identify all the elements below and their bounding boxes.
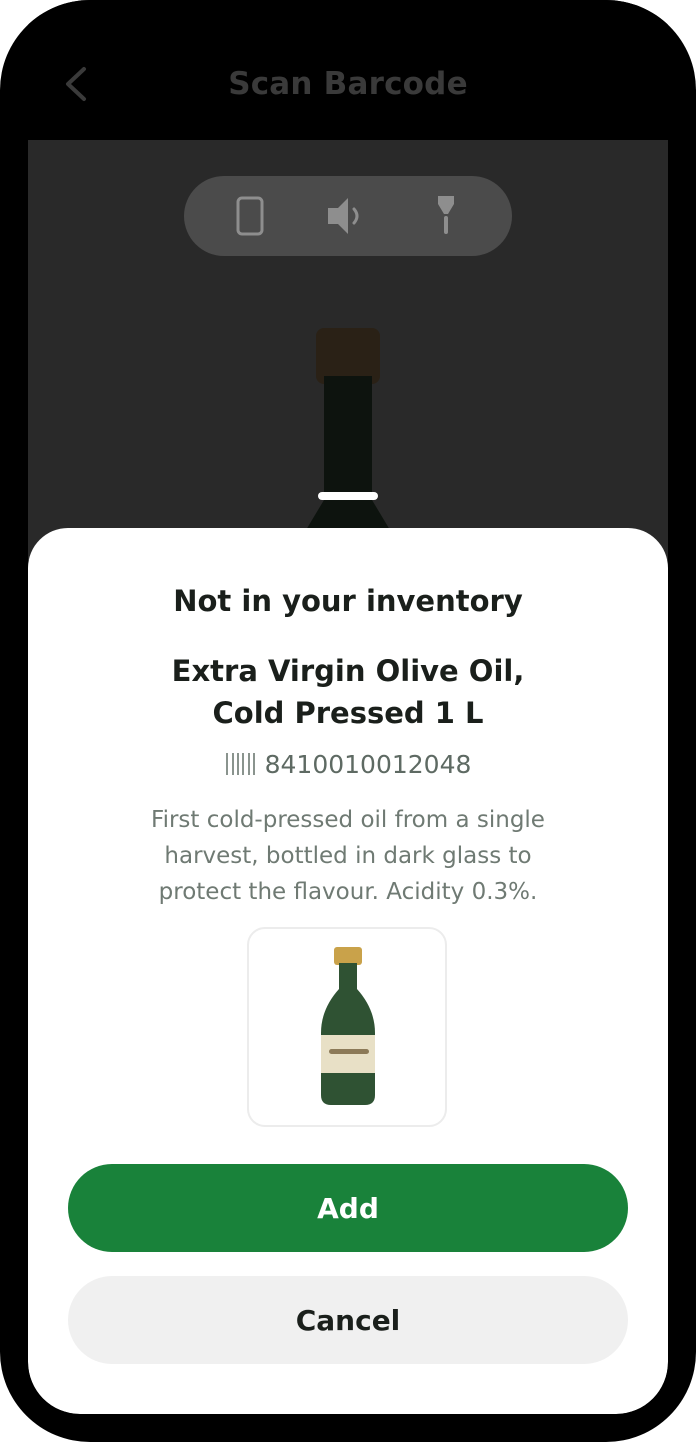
description-line-3: protect the flavour. Acidity 0.3%. [158,879,538,905]
barcode-row: 8410010012048 [28,748,668,782]
inventory-status: Not in your inventory [173,584,523,618]
product-description: First cold-pressed oil from a single har… [98,802,598,910]
product-name-line-1: Extra Virgin Olive Oil, [171,654,525,688]
scan-line [318,492,378,500]
product-name: Extra Virgin Olive Oil, Cold Pressed 1 L [68,650,628,734]
screen: Scan Barcode Not in your inventory Extra… [28,0,668,1414]
olive-oil-bottle-image [321,947,375,1105]
product-sheet: Not in your inventory Extra Virgin Olive… [28,528,668,1414]
cancel-button[interactable]: Cancel [68,1276,628,1364]
description-line-1: First cold-pressed oil from a single [151,807,545,833]
camera-viewfinder [28,140,668,560]
product-name-line-2: Cold Pressed 1 L [212,696,484,730]
scanned-bottle-preview [288,328,408,560]
barcode-icon [225,753,255,775]
top-bar: Scan Barcode [28,40,668,130]
product-thumbnail [247,927,447,1127]
device-frame: Scan Barcode Not in your inventory Extra… [0,0,696,1442]
barcode-number: 8410010012048 [264,750,472,779]
page-title: Scan Barcode [228,66,468,102]
add-button[interactable]: Add [68,1164,628,1252]
description-line-2: harvest, bottled in dark glass to [164,843,532,869]
